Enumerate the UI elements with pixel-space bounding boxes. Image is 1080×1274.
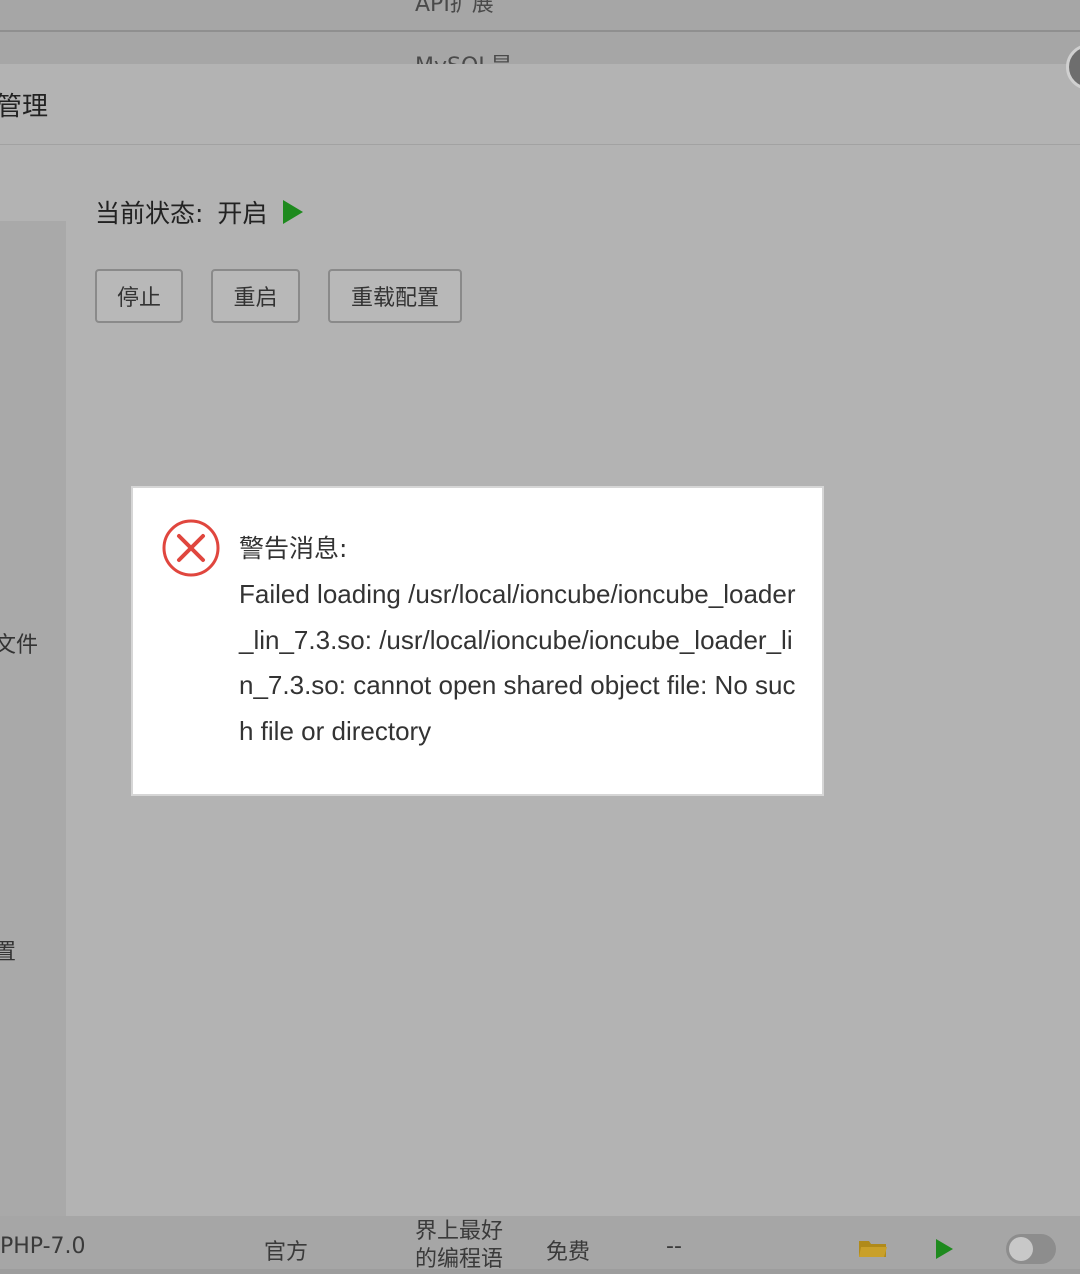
- modal-title: 管理: [0, 92, 49, 122]
- table-row: PHP-7.0 官方 界上最好的编程语 免费 --: [0, 1216, 1080, 1272]
- background-row-label: API扩展: [415, 0, 494, 17]
- alert-text: 警告消息: Failed loading /usr/local/ioncube/…: [239, 526, 799, 754]
- plugin-name: PHP-7.0: [0, 1234, 86, 1259]
- toggle-switch[interactable]: [1006, 1234, 1056, 1264]
- sidebar-item-config[interactable]: 置: [0, 934, 16, 966]
- restart-button[interactable]: 重启: [211, 269, 300, 323]
- sidebar-item-files[interactable]: 文件: [0, 627, 38, 659]
- running-play-icon: [283, 200, 304, 224]
- warning-alert: 警告消息: Failed loading /usr/local/ioncube/…: [131, 486, 824, 796]
- status-line: 当前状态: 开启: [95, 194, 304, 230]
- plugin-description: 界上最好的编程语: [415, 1219, 504, 1272]
- toggle-knob: [1009, 1237, 1033, 1261]
- background-row: API扩展: [0, 0, 1080, 32]
- modal-sidebar: 文件 置: [0, 221, 66, 1216]
- error-circle-x-icon: [162, 519, 220, 577]
- plugin-price: 免费: [546, 1240, 591, 1265]
- alert-message: Failed loading /usr/local/ioncube/ioncub…: [239, 579, 796, 746]
- play-icon[interactable]: [934, 1238, 954, 1260]
- status-label: 当前状态:: [95, 199, 204, 228]
- reload-config-button[interactable]: 重载配置: [328, 269, 462, 323]
- plugin-expiry: --: [666, 1234, 682, 1259]
- alert-heading: 警告消息:: [239, 534, 348, 563]
- folder-icon[interactable]: [858, 1238, 888, 1258]
- background-plugin-list: API扩展 MySQL是: [0, 0, 1080, 79]
- modal-header: 管理: [0, 44, 1080, 145]
- plugin-developer: 官方: [264, 1240, 309, 1265]
- stop-button[interactable]: 停止: [95, 269, 183, 323]
- status-value: 开启: [217, 199, 268, 228]
